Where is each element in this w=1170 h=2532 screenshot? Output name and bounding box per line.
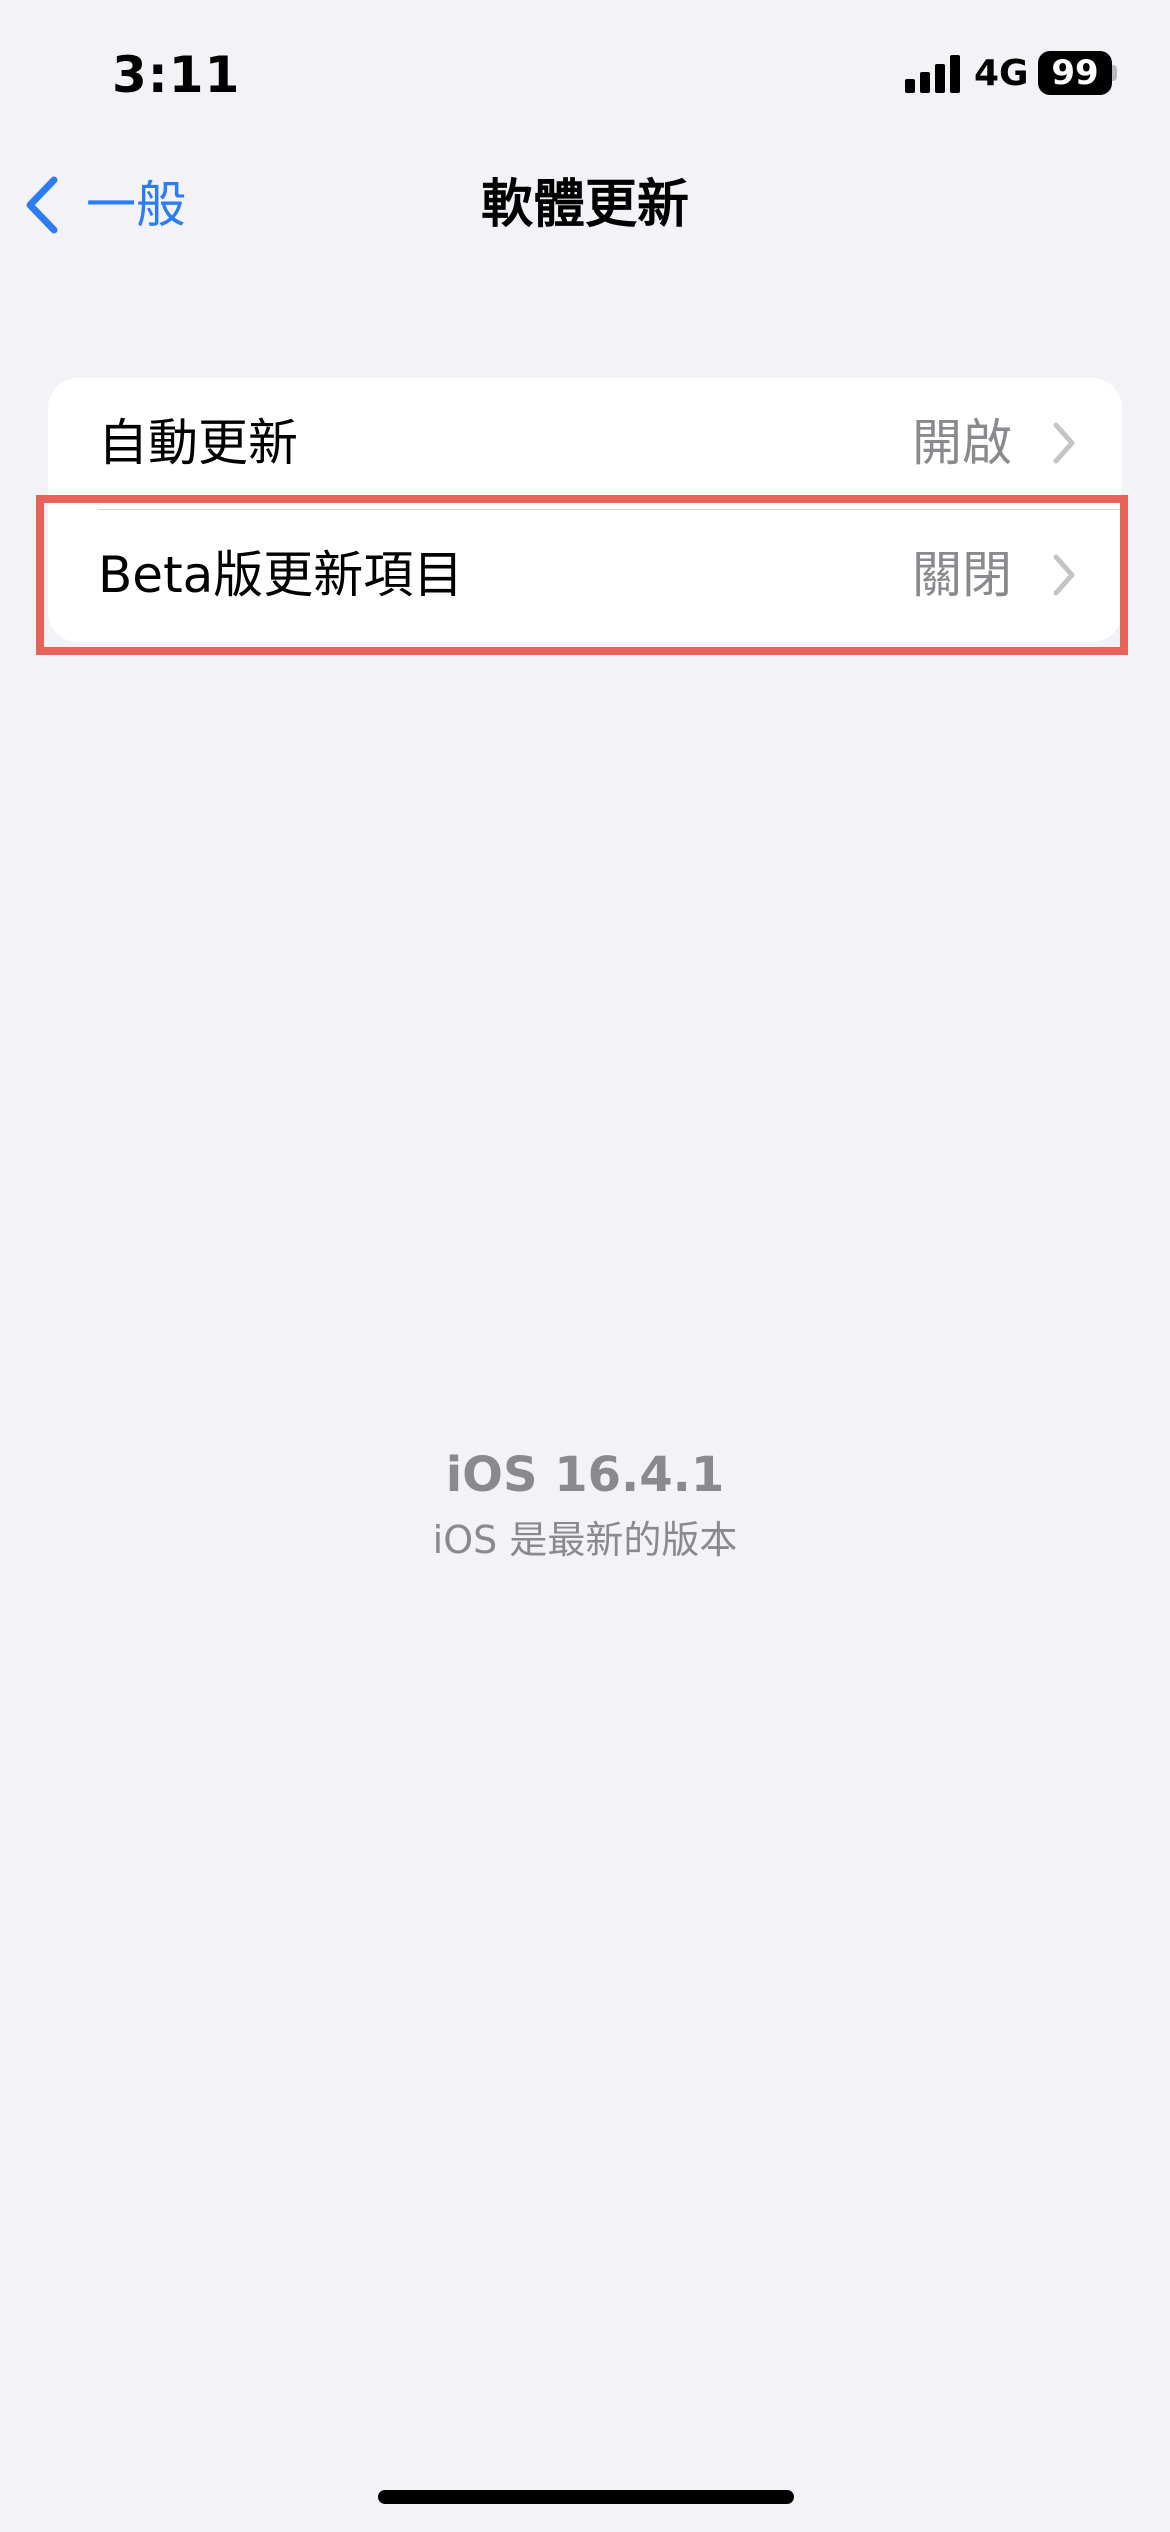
auto-update-value: 開啟	[912, 414, 1012, 472]
battery-icon: 99	[1038, 51, 1112, 95]
up-to-date-message: iOS 是最新的版本	[432, 1518, 738, 1562]
network-type: 4G	[974, 53, 1029, 94]
chevron-left-icon	[22, 174, 62, 236]
status-bar: 3:11 4G 99	[0, 0, 1170, 150]
auto-update-row[interactable]: 自動更新 開啟	[48, 378, 1122, 510]
auto-update-label: 自動更新	[98, 414, 298, 472]
home-indicator[interactable]	[378, 2490, 794, 2504]
back-button[interactable]: 一般	[22, 170, 186, 240]
highlight-annotation	[36, 495, 1128, 655]
status-time: 3:11	[112, 46, 241, 104]
signal-icon	[905, 55, 961, 93]
battery-tip	[1112, 65, 1117, 81]
navigation-bar: 軟體更新 一般	[0, 150, 1170, 260]
ios-version: iOS 16.4.1	[445, 1447, 725, 1503]
chevron-right-icon	[1052, 421, 1076, 469]
back-label: 一般	[86, 176, 186, 234]
